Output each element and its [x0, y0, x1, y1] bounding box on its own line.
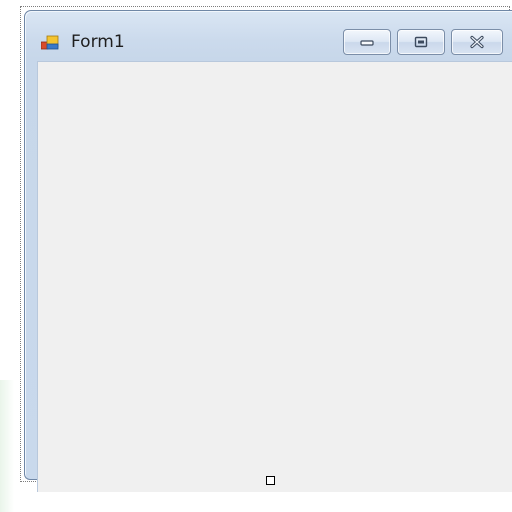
close-button[interactable]	[451, 29, 503, 55]
form-window[interactable]: Form1	[24, 10, 512, 492]
form-client-area[interactable]	[37, 61, 512, 492]
window-title: Form1	[71, 32, 125, 52]
title-bar[interactable]: Form1	[25, 11, 512, 61]
form-app-icon	[40, 35, 59, 51]
background-glow	[0, 380, 14, 512]
minimize-button[interactable]	[343, 29, 391, 55]
close-icon	[470, 35, 484, 49]
designer-surface: Form1	[0, 0, 512, 512]
maximize-button[interactable]	[397, 29, 445, 55]
maximize-icon	[414, 36, 428, 48]
resize-handle[interactable]	[266, 476, 275, 485]
minimize-icon	[360, 40, 374, 46]
